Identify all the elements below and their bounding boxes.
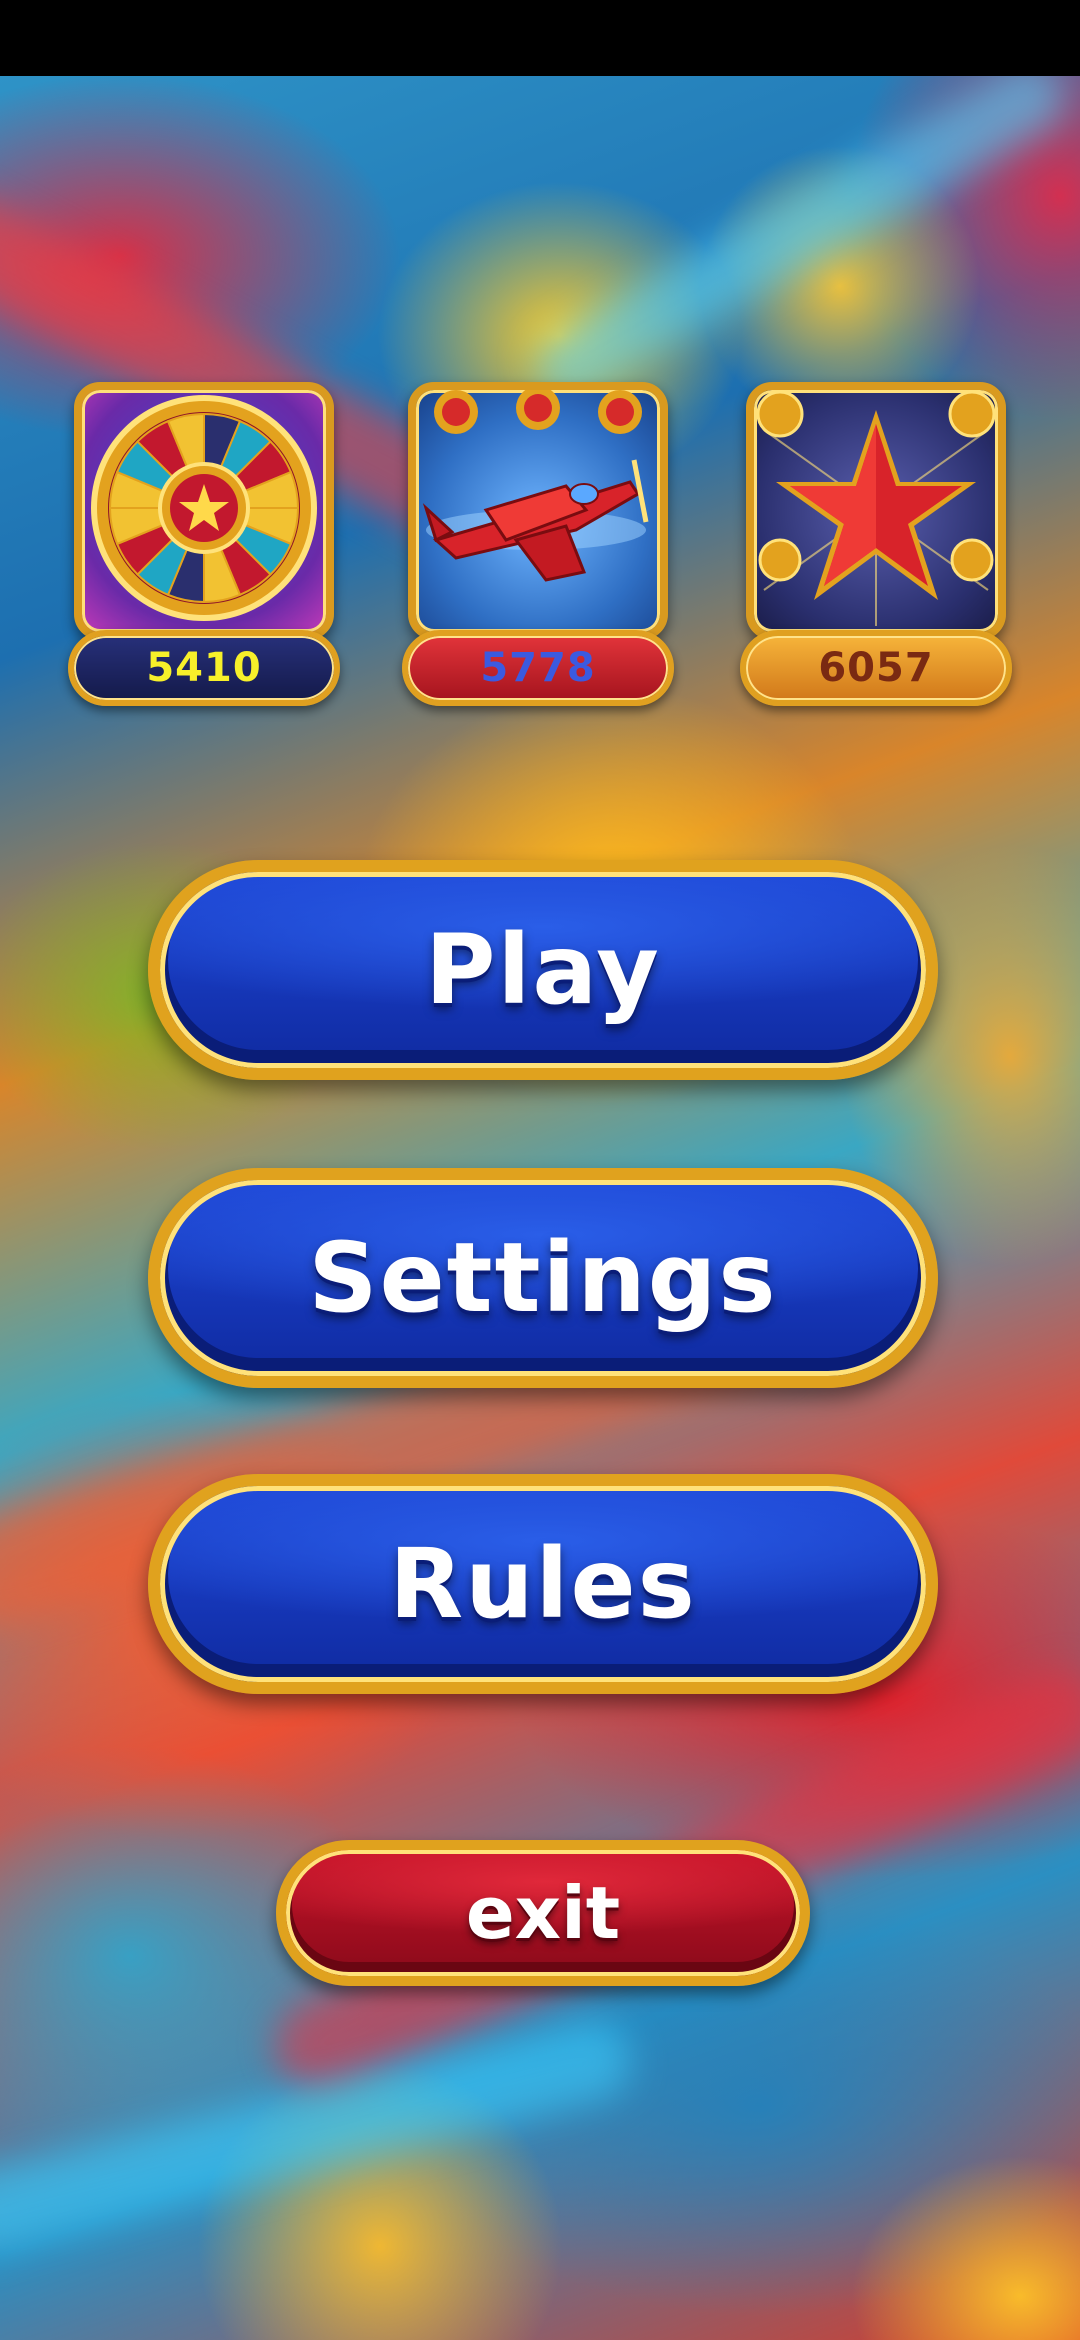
settings-button[interactable]: Settings [148,1168,938,1388]
rules-button-label: Rules [389,1528,697,1640]
game-tile-roulette[interactable]: 5410 [68,376,340,716]
airplane-icon [422,390,649,582]
exit-button-label: exit [465,1871,621,1955]
game-tile-star[interactable]: 6057 [740,376,1012,716]
game-tile-airplane[interactable]: 5778 [402,376,674,716]
play-button[interactable]: Play [148,860,938,1080]
main-menu-screen: 5410 5778 6057 Play Settings Rules exit [0,0,1080,2340]
tile-counter-roulette: 5410 [68,630,340,706]
tile-counter-airplane: 5778 [402,630,674,706]
star-icon [756,390,996,626]
tile-counter-star: 6057 [740,630,1012,706]
play-button-label: Play [425,914,661,1026]
roulette-wheel-icon [91,395,317,621]
settings-button-label: Settings [308,1222,778,1334]
game-tiles-row: 5410 5778 6057 [0,376,1080,716]
status-bar [0,0,1080,76]
rules-button[interactable]: Rules [148,1474,938,1694]
exit-button[interactable]: exit [276,1840,810,1986]
